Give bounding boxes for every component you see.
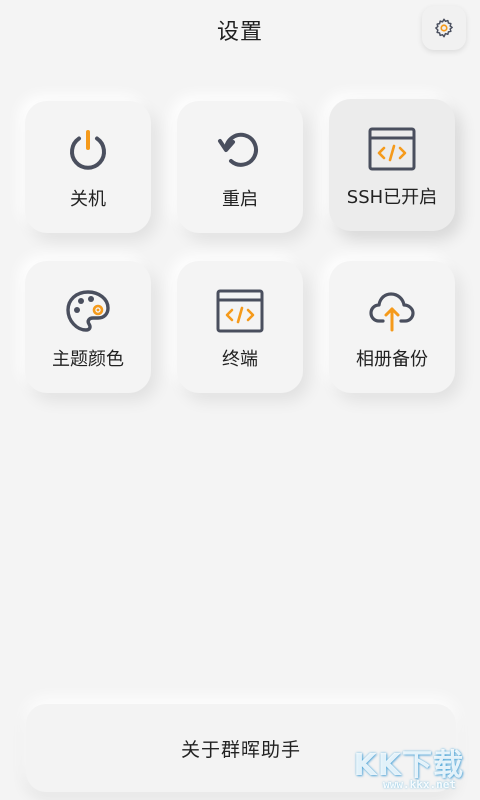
- ssh-label: SSH已开启: [346, 187, 438, 208]
- about-label: 关于群晖助手: [180, 738, 301, 761]
- terminal-label: 终端: [222, 349, 258, 370]
- theme-color-tile[interactable]: 主题颜色: [25, 261, 151, 393]
- restart-icon: [216, 127, 264, 175]
- palette-icon: [64, 287, 112, 335]
- power-icon: [64, 127, 112, 175]
- shutdown-tile[interactable]: 关机: [25, 101, 151, 233]
- about-button[interactable]: 关于群晖助手: [26, 704, 456, 792]
- terminal-window-icon: [216, 287, 264, 335]
- settings-screen: 设置 关机 重启 SSH已开启 主题颜色 终端 相册备份 关于群晖助手 KK下载…: [0, 0, 480, 800]
- cloud-upload-icon: [368, 287, 416, 335]
- terminal-tile[interactable]: 终端: [177, 261, 303, 393]
- restart-tile[interactable]: 重启: [177, 101, 303, 233]
- restart-label: 重启: [222, 189, 258, 210]
- header: 设置: [0, 0, 480, 62]
- theme-color-label: 主题颜色: [52, 349, 124, 370]
- photo-backup-tile[interactable]: 相册备份: [329, 261, 455, 393]
- shutdown-label: 关机: [70, 189, 106, 210]
- photo-backup-label: 相册备份: [356, 349, 428, 370]
- page-title: 设置: [216, 20, 263, 45]
- ssh-tile[interactable]: SSH已开启: [329, 99, 455, 231]
- gear-icon: [435, 18, 453, 38]
- settings-button[interactable]: [422, 6, 466, 50]
- code-window-icon: [368, 125, 416, 173]
